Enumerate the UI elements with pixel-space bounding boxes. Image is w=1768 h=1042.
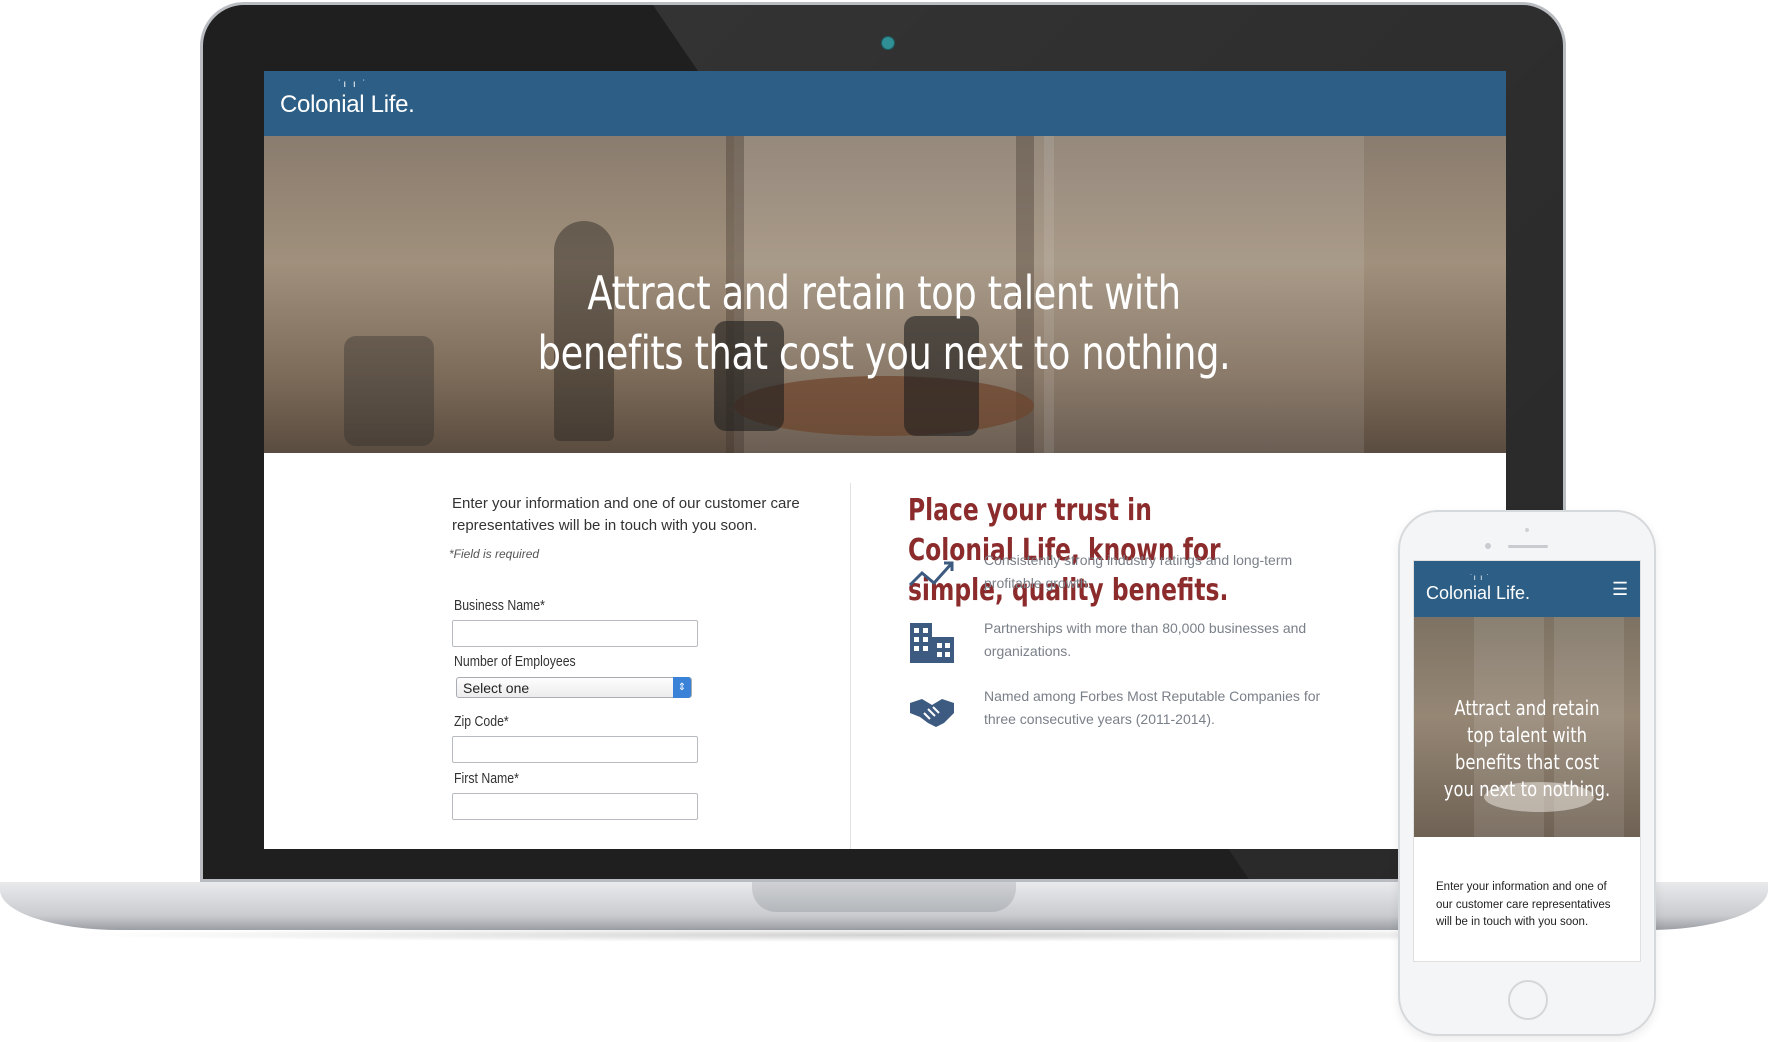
hamburger-menu-icon[interactable]: ☰ [1612, 580, 1628, 598]
logo-text: Colonial Life. [280, 91, 415, 118]
phone-sensor [1525, 528, 1529, 532]
mobile-logo-dots-icon: ˙ı ı ˙ [1470, 573, 1491, 582]
mobile-header: ˙ı ı ˙ Colonial Life. ☰ [1414, 561, 1640, 617]
laptop-notch [752, 882, 1016, 912]
hero-banner: Attract and retain top talent with benef… [264, 136, 1506, 453]
mobile-logo-text: Colonial Life. [1426, 583, 1531, 603]
hero-title: Attract and retain top talent with benef… [537, 265, 1231, 380]
building-icon [910, 623, 954, 663]
mobile-hero-title: Attract and retain top talent with benef… [1443, 696, 1611, 801]
lead-form: Enter your information and one of our cu… [449, 453, 822, 849]
required-note: *Field is required [449, 547, 540, 561]
phone-camera [1485, 543, 1491, 549]
phone-home-button[interactable] [1508, 980, 1548, 1020]
first-name-input[interactable] [452, 793, 698, 820]
site-header: ˙ı ı ˙ Colonial Life. [264, 71, 1506, 136]
colonial-life-logo[interactable]: ˙ı ı ˙ Colonial Life. [280, 79, 415, 119]
zip-code-label: Zip Code* [454, 713, 509, 730]
phone-speaker [1508, 545, 1548, 548]
laptop-camera [881, 36, 895, 50]
first-name-label: First Name* [454, 770, 519, 787]
feature-item: Named among Forbes Most Reputable Compan… [908, 685, 1368, 735]
form-intro: Enter your information and one of our cu… [452, 495, 800, 534]
column-divider [850, 483, 851, 849]
hero-chair [344, 336, 434, 446]
business-name-input[interactable] [452, 620, 698, 647]
employees-select-value: Select one [463, 680, 530, 696]
feature-text: Named among Forbes Most Reputable Compan… [984, 688, 1321, 727]
business-name-label: Business Name* [454, 597, 545, 614]
feature-text: Partnerships with more than 80,000 busin… [984, 620, 1307, 659]
mobile-intro: Enter your information and one of our cu… [1436, 881, 1611, 928]
handshake-icon [910, 699, 954, 727]
mobile-hero: Attract and retain top talent with benef… [1414, 617, 1640, 837]
mobile-logo[interactable]: ˙ı ı ˙ Colonial Life. [1426, 573, 1531, 604]
phone-device: ˙ı ı ˙ Colonial Life. ☰ Attract and reta… [1398, 510, 1656, 1036]
feature-item: Partnerships with more than 80,000 busin… [908, 617, 1368, 667]
feature-text: Consistently strong industry ratings and… [984, 552, 1293, 591]
phone-screen: ˙ı ı ˙ Colonial Life. ☰ Attract and reta… [1413, 560, 1641, 962]
employees-select[interactable]: Select one ⇕ [456, 677, 692, 698]
trend-up-icon [908, 561, 954, 587]
zip-code-input[interactable] [452, 736, 698, 763]
employees-label: Number of Employees [454, 653, 576, 670]
laptop-screen: ˙ı ı ˙ Colonial Life. Attract and retain… [264, 71, 1506, 849]
feature-item: Consistently strong industry ratings and… [908, 549, 1368, 599]
logo-dots-icon: ˙ı ı ˙ [338, 79, 368, 90]
select-arrows-icon: ⇕ [673, 677, 691, 698]
